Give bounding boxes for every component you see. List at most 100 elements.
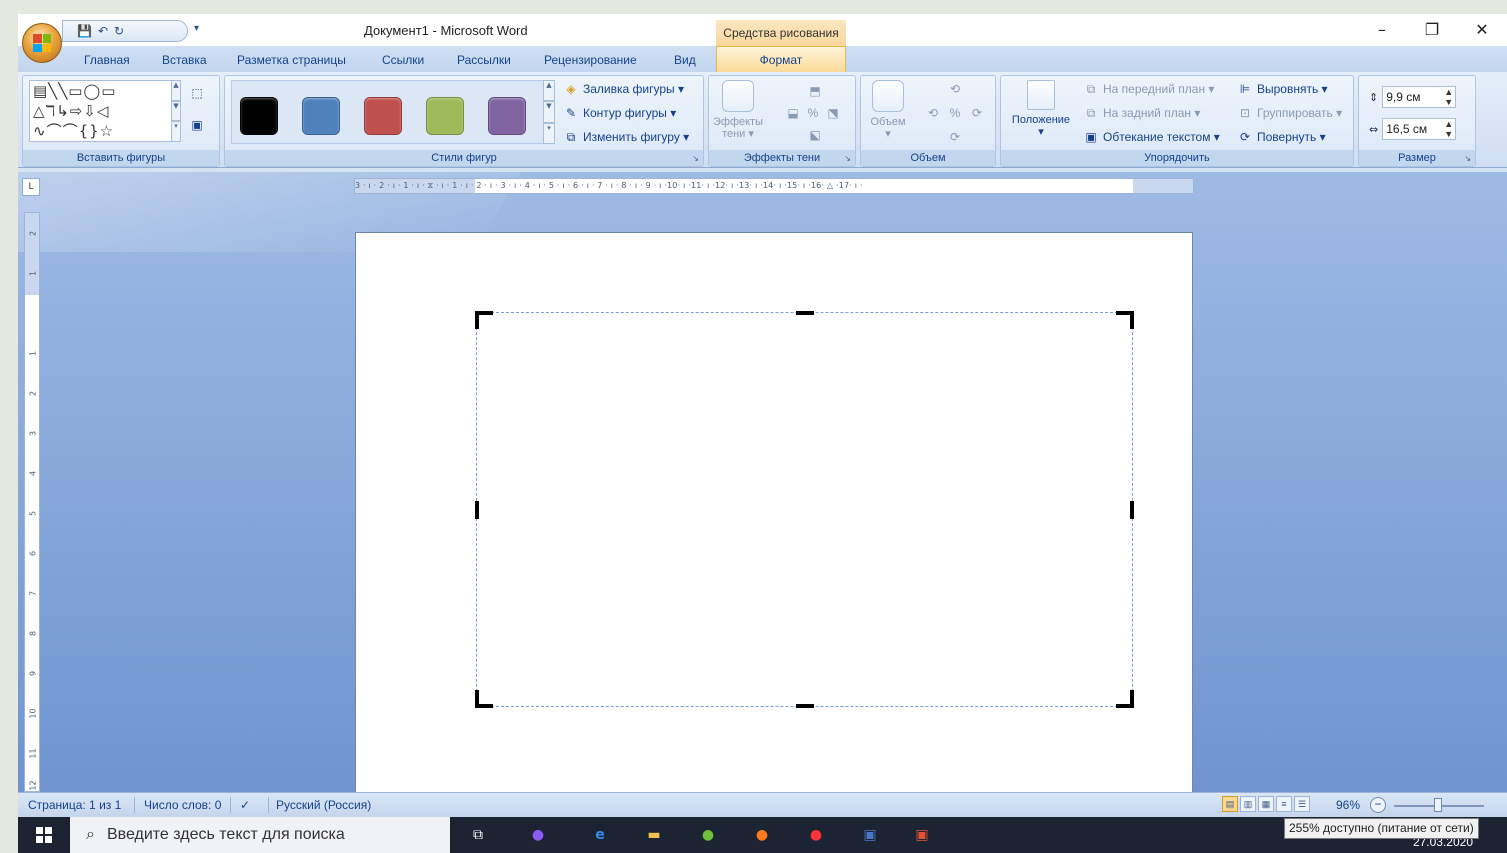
- qat-customize-button[interactable]: ▾: [194, 23, 199, 34]
- text-box-icon[interactable]: ▣: [189, 118, 205, 132]
- cortana-icon[interactable]: ●: [526, 825, 550, 845]
- edge-icon[interactable]: e: [588, 825, 612, 845]
- shadow-toggle-icon[interactable]: %: [805, 106, 821, 120]
- volume-dropdown-icon: ▾: [885, 128, 891, 140]
- canvas-crop-handle-left[interactable]: [475, 501, 479, 519]
- restore-button[interactable]: ❐: [1407, 14, 1457, 46]
- style-swatch-blue[interactable]: [302, 97, 340, 135]
- draft-view-icon[interactable]: ☰: [1294, 796, 1310, 812]
- document-page[interactable]: [355, 232, 1193, 792]
- group-objects-button[interactable]: ⊡ Группировать ▾: [1237, 106, 1342, 120]
- dialog-launcher-icon[interactable]: ↘: [1464, 154, 1471, 163]
- tilt-left-icon[interactable]: ⟲: [925, 106, 941, 120]
- zoom-out-button[interactable]: −: [1370, 797, 1386, 813]
- print-layout-icon[interactable]: ▤: [1222, 796, 1238, 812]
- canvas-crop-handle-top-right[interactable]: [1116, 311, 1134, 329]
- canvas-crop-handle-bottom-left[interactable]: [475, 690, 493, 708]
- utorrent-icon[interactable]: ●: [696, 825, 720, 845]
- change-shape-button[interactable]: ⧉ Изменить фигуру ▾: [563, 130, 689, 144]
- styles-gallery-scroll[interactable]: ▲ ▼ ▾: [543, 80, 555, 144]
- shape-outline-button[interactable]: ✎ Контур фигуры ▾: [563, 106, 676, 120]
- tab-references[interactable]: Ссылки: [382, 50, 424, 72]
- scroll-up-icon[interactable]: ▲: [171, 80, 181, 101]
- language[interactable]: Русский (Россия): [276, 798, 371, 812]
- file-explorer-icon[interactable]: ▬: [642, 825, 666, 845]
- tab-home[interactable]: Главная: [84, 50, 130, 72]
- style-swatch-black[interactable]: [240, 97, 278, 135]
- tab-insert[interactable]: Вставка: [162, 50, 207, 72]
- text-wrapping-button[interactable]: ▣ Обтекание текстом ▾: [1083, 130, 1220, 144]
- task-view-icon[interactable]: ⧉: [466, 825, 490, 845]
- shape-width-input[interactable]: 16,5 см ▲ ▼: [1382, 118, 1457, 140]
- minimize-button[interactable]: –: [1357, 14, 1407, 46]
- canvas-crop-handle-right[interactable]: [1130, 501, 1134, 519]
- canvas-crop-handle-top-left[interactable]: [475, 311, 493, 329]
- firefox-icon[interactable]: ●: [750, 825, 774, 845]
- shape-height-input[interactable]: 9,9 см ▲ ▼: [1382, 86, 1457, 108]
- shadow-effects-button[interactable]: Эффекты тени ▾: [713, 80, 763, 140]
- align-button[interactable]: ⊫ Выровнять ▾: [1237, 82, 1328, 96]
- nudge-shadow-up-icon[interactable]: ⬒: [807, 84, 823, 98]
- edit-shape-icon[interactable]: ⬚: [189, 86, 205, 100]
- tilt-right-icon[interactable]: ⟳: [969, 106, 985, 120]
- page-count[interactable]: Страница: 1 из 1: [28, 798, 121, 812]
- tilt-down-icon[interactable]: ⟳: [947, 130, 963, 144]
- shapes-gallery[interactable]: ▤╲╲▭◯▭ △ℸ↳⇨⇩◁ ∿⌒⌒{}☆: [29, 80, 179, 142]
- volume-button[interactable]: Объем ▾: [865, 80, 911, 140]
- send-backward-button[interactable]: ⧉ На задний план ▾: [1083, 106, 1201, 120]
- tab-review[interactable]: Рецензирование: [544, 50, 637, 72]
- bring-forward-icon: ⧉: [1086, 82, 1096, 96]
- nudge-shadow-down-icon[interactable]: ⬕: [807, 128, 823, 142]
- drawing-canvas[interactable]: [475, 311, 1134, 708]
- dialog-launcher-icon[interactable]: ↘: [844, 154, 851, 163]
- style-swatch-red[interactable]: [364, 97, 402, 135]
- tilt-up-icon[interactable]: ⟲: [947, 82, 963, 96]
- tab-view[interactable]: Вид: [674, 50, 696, 72]
- scroll-down-icon[interactable]: ▼: [171, 100, 181, 122]
- canvas-crop-handle-bottom[interactable]: [796, 704, 814, 708]
- redo-icon[interactable]: ↻: [114, 24, 124, 38]
- vertical-ruler[interactable]: 2 1 1 2 3 4 5 6 7 8 9 10 11 12: [24, 212, 40, 792]
- horizontal-ruler[interactable]: 3 · ı · 2 · ı · 1 · ı · ⧖ · ı · 1 · ı · …: [354, 178, 1194, 194]
- zoom-slider-thumb[interactable]: [1434, 798, 1442, 812]
- start-button[interactable]: [18, 817, 70, 853]
- shape-fill-button[interactable]: ◈ Заливка фигуры ▾: [563, 82, 684, 96]
- spinner-icon[interactable]: ▲ ▼: [1444, 87, 1453, 107]
- group-objects-icon: ⊡: [1239, 106, 1251, 120]
- shapes-gallery-scroll[interactable]: ▲ ▼ ▾: [171, 80, 181, 143]
- nudge-shadow-left-icon[interactable]: ⬓: [785, 106, 801, 120]
- tab-mailings[interactable]: Рассылки: [457, 50, 511, 72]
- more-icon[interactable]: ▾: [543, 122, 555, 144]
- office-button[interactable]: [22, 23, 62, 63]
- style-swatch-green[interactable]: [426, 97, 464, 135]
- scroll-down-icon[interactable]: ▼: [543, 101, 555, 123]
- spellcheck-icon[interactable]: ✓: [240, 798, 250, 812]
- taskbar-search-box[interactable]: ⌕ Введите здесь текст для поиска: [70, 817, 450, 853]
- save-icon[interactable]: 💾: [77, 24, 92, 38]
- tab-format[interactable]: Формат: [716, 46, 846, 72]
- tab-selector[interactable]: L: [22, 178, 40, 196]
- undo-icon[interactable]: ↶: [98, 24, 108, 38]
- volume-toggle-icon[interactable]: %: [947, 106, 963, 120]
- word-icon[interactable]: ▣: [858, 825, 882, 845]
- position-button[interactable]: Положение ▾: [1005, 80, 1077, 138]
- bring-forward-button[interactable]: ⧉ На передний план ▾: [1083, 82, 1215, 96]
- zoom-level[interactable]: 96%: [1336, 798, 1360, 812]
- web-layout-icon[interactable]: ▦: [1258, 796, 1274, 812]
- nudge-shadow-right-icon[interactable]: ⬔: [825, 106, 841, 120]
- powerpoint-icon[interactable]: ▣: [910, 825, 934, 845]
- full-screen-reading-icon[interactable]: ▥: [1240, 796, 1256, 812]
- close-button[interactable]: ✕: [1457, 14, 1507, 46]
- canvas-crop-handle-top[interactable]: [796, 311, 814, 315]
- yandex-icon[interactable]: ●: [804, 825, 828, 845]
- canvas-crop-handle-bottom-right[interactable]: [1116, 690, 1134, 708]
- rotate-button[interactable]: ⟳ Повернуть ▾: [1237, 130, 1326, 144]
- tab-page-layout[interactable]: Разметка страницы: [237, 50, 346, 72]
- word-count[interactable]: Число слов: 0: [144, 798, 221, 812]
- style-swatch-purple[interactable]: [488, 97, 526, 135]
- spinner-icon[interactable]: ▲ ▼: [1444, 119, 1453, 139]
- outline-view-icon[interactable]: ≡: [1276, 796, 1292, 812]
- more-icon[interactable]: ▾: [171, 121, 181, 143]
- dialog-launcher-icon[interactable]: ↘: [692, 154, 699, 163]
- scroll-up-icon[interactable]: ▲: [543, 80, 555, 102]
